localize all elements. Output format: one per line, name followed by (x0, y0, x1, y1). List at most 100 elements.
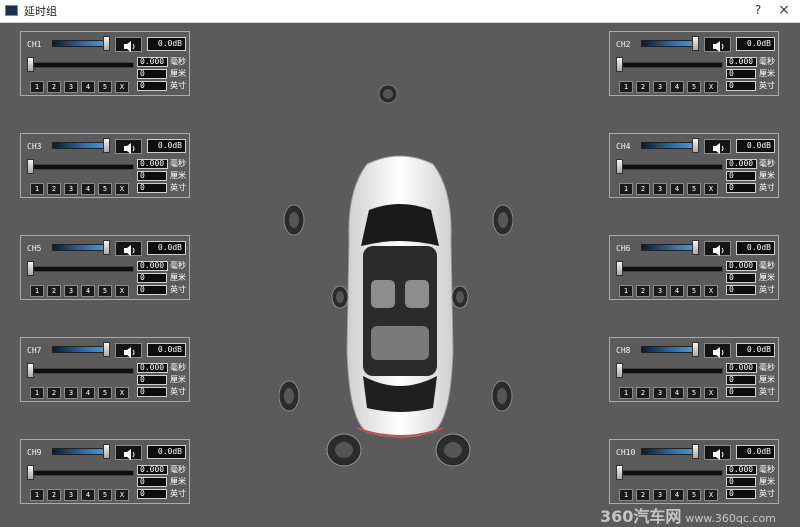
volume-slider-track[interactable] (52, 244, 109, 251)
delay-slider-handle[interactable] (27, 465, 34, 480)
delay-slider-handle[interactable] (616, 57, 623, 72)
preset-button-2[interactable]: 2 (47, 81, 61, 93)
preset-button-2[interactable]: 2 (636, 489, 650, 501)
preset-button-x[interactable]: X (704, 387, 718, 399)
gain-db-field[interactable]: 0.0dB (147, 343, 186, 357)
volume-slider-track[interactable] (641, 346, 698, 353)
volume-slider-handle[interactable] (692, 342, 699, 357)
delay-slider-handle[interactable] (616, 363, 623, 378)
volume-slider-track[interactable] (52, 448, 109, 455)
delay-inch-field[interactable]: 0 (137, 183, 167, 193)
delay-slider-track[interactable] (29, 368, 134, 374)
preset-button-1[interactable]: 1 (619, 81, 633, 93)
delay-ms-field[interactable]: 0.000 (726, 363, 757, 373)
volume-slider-track[interactable] (52, 40, 109, 47)
preset-button-3[interactable]: 3 (64, 489, 78, 501)
gain-db-field[interactable]: 0.0dB (147, 241, 186, 255)
delay-cm-field[interactable]: 0 (726, 477, 756, 487)
delay-ms-field[interactable]: 0.000 (137, 159, 168, 169)
preset-button-x[interactable]: X (115, 489, 129, 501)
delay-cm-field[interactable]: 0 (726, 171, 756, 181)
preset-button-1[interactable]: 1 (30, 489, 44, 501)
delay-slider-handle[interactable] (616, 261, 623, 276)
delay-ms-field[interactable]: 0.000 (726, 465, 757, 475)
delay-cm-field[interactable]: 0 (137, 477, 167, 487)
preset-button-x[interactable]: X (115, 81, 129, 93)
preset-button-3[interactable]: 3 (64, 387, 78, 399)
volume-slider-handle[interactable] (692, 444, 699, 459)
preset-button-4[interactable]: 4 (81, 183, 95, 195)
delay-slider-track[interactable] (618, 62, 723, 68)
preset-button-2[interactable]: 2 (47, 387, 61, 399)
delay-ms-field[interactable]: 0.000 (726, 57, 757, 67)
preset-button-4[interactable]: 4 (670, 81, 684, 93)
mute-toggle-button[interactable] (115, 241, 142, 256)
volume-slider-handle[interactable] (692, 36, 699, 51)
volume-slider-handle[interactable] (103, 138, 110, 153)
preset-button-x[interactable]: X (704, 489, 718, 501)
preset-button-2[interactable]: 2 (47, 285, 61, 297)
delay-slider-handle[interactable] (27, 57, 34, 72)
delay-cm-field[interactable]: 0 (137, 375, 167, 385)
preset-button-2[interactable]: 2 (636, 81, 650, 93)
mute-toggle-button[interactable] (115, 139, 142, 154)
gain-db-field[interactable]: 0.0dB (147, 445, 186, 459)
preset-button-5[interactable]: 5 (687, 183, 701, 195)
close-button[interactable]: × (774, 1, 794, 20)
mute-toggle-button[interactable] (115, 343, 142, 358)
delay-ms-field[interactable]: 0.000 (137, 57, 168, 67)
delay-inch-field[interactable]: 0 (726, 489, 756, 499)
delay-inch-field[interactable]: 0 (137, 81, 167, 91)
preset-button-3[interactable]: 3 (64, 81, 78, 93)
preset-button-1[interactable]: 1 (30, 183, 44, 195)
preset-button-x[interactable]: X (115, 387, 129, 399)
delay-inch-field[interactable]: 0 (726, 285, 756, 295)
delay-inch-field[interactable]: 0 (726, 81, 756, 91)
mute-toggle-button[interactable] (704, 139, 731, 154)
delay-slider-track[interactable] (29, 266, 134, 272)
delay-ms-field[interactable]: 0.000 (726, 261, 757, 271)
mute-toggle-button[interactable] (704, 37, 731, 52)
help-button[interactable]: ? (748, 1, 768, 20)
preset-button-x[interactable]: X (704, 183, 718, 195)
preset-button-2[interactable]: 2 (47, 489, 61, 501)
delay-inch-field[interactable]: 0 (137, 285, 167, 295)
gain-db-field[interactable]: 0.0dB (736, 37, 775, 51)
preset-button-1[interactable]: 1 (619, 387, 633, 399)
delay-slider-track[interactable] (618, 470, 723, 476)
delay-cm-field[interactable]: 0 (726, 273, 756, 283)
preset-button-3[interactable]: 3 (653, 387, 667, 399)
preset-button-1[interactable]: 1 (30, 387, 44, 399)
preset-button-1[interactable]: 1 (619, 183, 633, 195)
delay-cm-field[interactable]: 0 (726, 69, 756, 79)
preset-button-3[interactable]: 3 (653, 489, 667, 501)
preset-button-3[interactable]: 3 (653, 81, 667, 93)
preset-button-4[interactable]: 4 (81, 387, 95, 399)
delay-slider-track[interactable] (29, 62, 134, 68)
mute-toggle-button[interactable] (704, 445, 731, 460)
preset-button-x[interactable]: X (115, 285, 129, 297)
volume-slider-handle[interactable] (103, 36, 110, 51)
preset-button-2[interactable]: 2 (636, 183, 650, 195)
delay-slider-track[interactable] (29, 164, 134, 170)
preset-button-2[interactable]: 2 (636, 285, 650, 297)
delay-inch-field[interactable]: 0 (137, 387, 167, 397)
volume-slider-track[interactable] (52, 346, 109, 353)
delay-ms-field[interactable]: 0.000 (137, 363, 168, 373)
preset-button-3[interactable]: 3 (653, 183, 667, 195)
preset-button-1[interactable]: 1 (30, 81, 44, 93)
preset-button-5[interactable]: 5 (98, 183, 112, 195)
preset-button-4[interactable]: 4 (670, 183, 684, 195)
mute-toggle-button[interactable] (704, 241, 731, 256)
volume-slider-handle[interactable] (103, 342, 110, 357)
preset-button-4[interactable]: 4 (81, 489, 95, 501)
preset-button-5[interactable]: 5 (687, 81, 701, 93)
mute-toggle-button[interactable] (704, 343, 731, 358)
preset-button-2[interactable]: 2 (47, 183, 61, 195)
delay-cm-field[interactable]: 0 (137, 69, 167, 79)
preset-button-1[interactable]: 1 (619, 489, 633, 501)
preset-button-4[interactable]: 4 (670, 489, 684, 501)
preset-button-5[interactable]: 5 (98, 81, 112, 93)
preset-button-5[interactable]: 5 (98, 489, 112, 501)
preset-button-3[interactable]: 3 (653, 285, 667, 297)
